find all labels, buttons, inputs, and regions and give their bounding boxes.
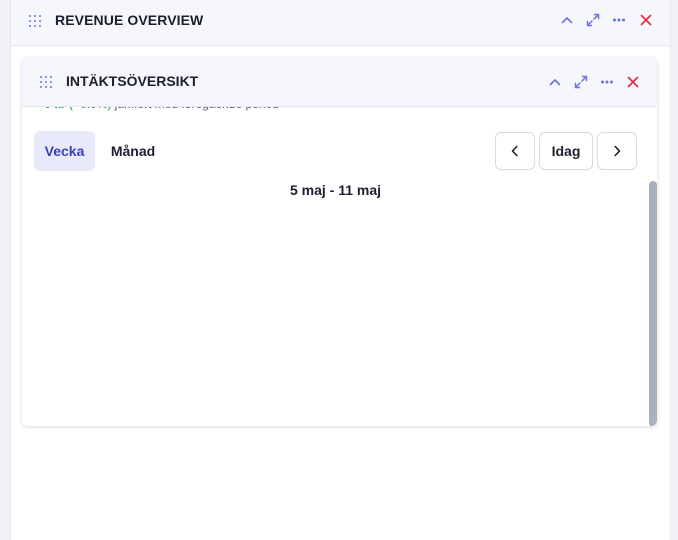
chevron-up-icon[interactable] [559,12,575,28]
widget-title: INTÄKTSÖVERSIKT [66,73,199,89]
more-icon[interactable] [599,74,615,90]
drag-grip-icon[interactable] [40,76,52,88]
chevron-up-icon[interactable] [547,74,563,90]
widget-body: + 0 kr (+0.0%) jämfört med föregående pe… [22,58,657,426]
previous-button[interactable] [495,132,535,170]
today-button[interactable]: Idag [539,132,593,170]
date-range: 5 maj - 11 maj [289,182,382,198]
tab-manad[interactable]: Månad [100,131,166,171]
tab-vecka[interactable]: Vecka [34,131,95,171]
expand-icon[interactable] [585,12,601,28]
next-button[interactable] [597,132,637,170]
more-icon[interactable] [611,12,627,28]
close-icon[interactable] [625,74,641,90]
close-icon[interactable] [638,12,654,28]
panel-header: REVENUE OVERVIEW [11,0,670,46]
intaktsoversikt-widget: + 0 kr (+0.0%) jämfört med föregående pe… [22,58,657,426]
widget-header: INTÄKTSÖVERSIKT [22,58,657,107]
panel-title: REVENUE OVERVIEW [55,12,204,28]
expand-icon[interactable] [573,74,589,90]
drag-grip-icon[interactable] [29,15,41,27]
scrollbar-thumb[interactable] [649,181,657,426]
chevron-left-icon [511,145,518,157]
chevron-right-icon [614,145,621,157]
